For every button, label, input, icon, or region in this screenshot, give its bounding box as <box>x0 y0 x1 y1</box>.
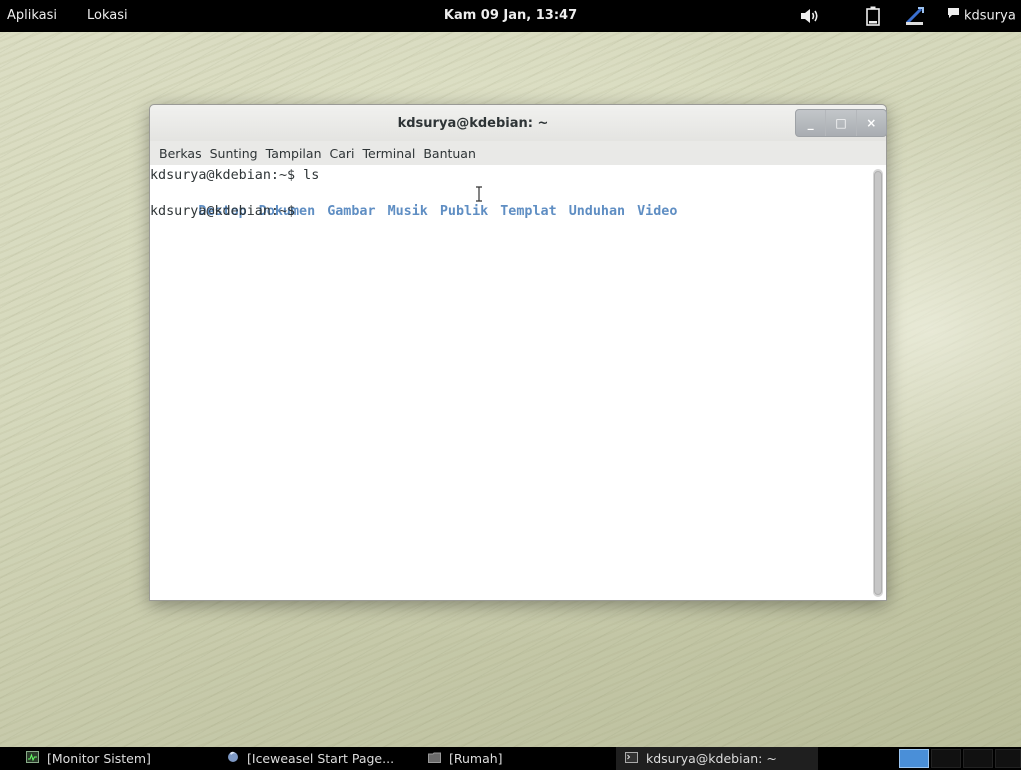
dir-gambar: Gambar <box>327 204 376 219</box>
terminal-menubar: Berkas Sunting Tampilan Cari Terminal Ba… <box>150 141 886 165</box>
user-name: kdsurya <box>964 8 1016 24</box>
dir-musik: Musik <box>387 204 428 219</box>
task-label: [Monitor Sistem] <box>47 751 151 766</box>
workspace-2[interactable] <box>931 749 961 768</box>
terminal-line-listing: Destop Dokumen Gambar Musik Publik Templat Und… <box>150 185 886 219</box>
menu-terminal[interactable]: Terminal <box>363 146 416 161</box>
applications-menu[interactable]: Aplikasi <box>7 0 57 32</box>
maximize-button[interactable]: □ <box>825 110 855 136</box>
scrollbar-thumb[interactable] <box>874 171 882 595</box>
folder-icon <box>428 747 441 770</box>
bottom-panel: [Monitor Sistem] [Iceweasel Start Page..… <box>0 747 1021 770</box>
dir-publik: Publik <box>439 204 489 219</box>
terminal-window: kdsurya@kdebian: ~ _ □ × Berkas Sunting … <box>149 104 887 601</box>
terminal-line-command: kdsurya@kdebian:~$ ls <box>150 168 320 183</box>
window-controls: _ □ × <box>795 109 887 137</box>
terminal-scrollbar[interactable] <box>873 169 883 597</box>
close-button[interactable]: × <box>855 110 886 136</box>
system-monitor-icon <box>26 747 39 770</box>
task-terminal[interactable]: kdsurya@kdebian: ~ <box>616 747 818 770</box>
chat-icon <box>947 0 960 32</box>
task-rumah[interactable]: [Rumah] <box>428 747 503 770</box>
network-icon[interactable] <box>900 0 930 32</box>
window-titlebar[interactable]: kdsurya@kdebian: ~ _ □ × <box>150 105 887 141</box>
workspace-4[interactable] <box>995 749 1021 768</box>
task-label: [Iceweasel Start Page... <box>247 751 395 766</box>
task-iceweasel[interactable]: [Iceweasel Start Page... <box>227 747 394 770</box>
battery-icon[interactable] <box>858 0 888 32</box>
window-title: kdsurya@kdebian: ~ <box>397 116 549 131</box>
workspace-1[interactable] <box>899 749 929 768</box>
minimize-button[interactable]: _ <box>796 110 825 136</box>
user-menu[interactable]: kdsurya <box>947 0 1016 32</box>
menu-tampilan[interactable]: Tampilan <box>266 146 322 161</box>
terminal-icon <box>625 747 638 770</box>
task-label: kdsurya@kdebian: ~ <box>646 751 777 766</box>
places-menu[interactable]: Lokasi <box>87 0 128 32</box>
dir-video: Video <box>637 204 678 219</box>
volume-icon[interactable] <box>795 0 825 32</box>
iceweasel-icon <box>227 747 239 770</box>
terminal-output[interactable]: kdsurya@kdebian:~$ ls Destop Dokumen Gamba… <box>150 165 886 600</box>
workspace-3[interactable] <box>963 749 993 768</box>
task-monitor-sistem[interactable]: [Monitor Sistem] <box>26 747 151 770</box>
menu-cari[interactable]: Cari <box>330 146 355 161</box>
top-panel: Aplikasi Lokasi Kam 09 Jan, 13:47 kdsury… <box>0 0 1021 32</box>
menu-sunting[interactable]: Sunting <box>210 146 258 161</box>
dir-templat: Templat <box>500 204 557 219</box>
ibeam-cursor-icon <box>476 186 482 202</box>
task-label: [Rumah] <box>449 751 503 766</box>
menu-bantuan[interactable]: Bantuan <box>423 146 476 161</box>
menu-berkas[interactable]: Berkas <box>159 146 202 161</box>
dir-unduhan: Unduhan <box>568 204 626 219</box>
